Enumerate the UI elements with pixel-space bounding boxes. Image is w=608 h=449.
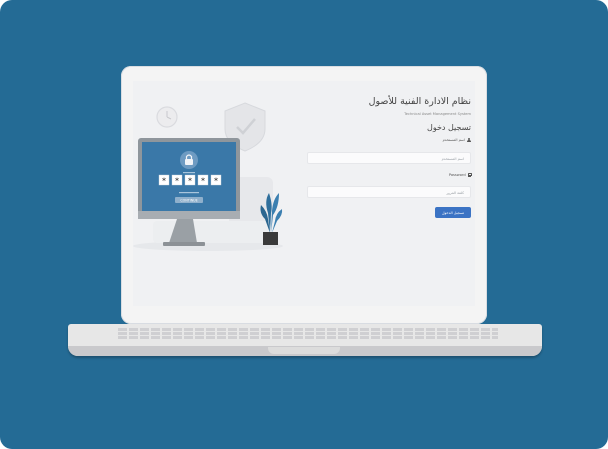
username-label: اسم المستخدم	[443, 138, 471, 142]
login-form: نظام الادارة الفنية للأصول Technical Ass…	[303, 81, 475, 306]
key-row	[118, 336, 498, 339]
illustration-svg: * * * * * CONTINUE	[133, 102, 283, 251]
clock-icon	[156, 106, 178, 128]
password-label: Password	[448, 173, 473, 178]
lock-icon	[467, 173, 473, 178]
login-illustration: * * * * * CONTINUE	[133, 81, 303, 306]
laptop-notch	[268, 347, 340, 354]
key-row	[118, 328, 498, 331]
password-input[interactable]: كلمة المرور	[307, 186, 471, 198]
mask-char: *	[214, 177, 218, 186]
monitor-text-line	[183, 172, 195, 174]
mask-char: *	[188, 177, 192, 186]
password-mask-boxes: * * * * *	[158, 174, 222, 186]
login-button-label: تسجيل الدخول	[441, 210, 465, 215]
laptop-screen: * * * * * CONTINUE نظام الادارة الفنية ل…	[133, 81, 475, 306]
mask-char: *	[201, 177, 205, 186]
username-placeholder: اسم المستخدم	[441, 157, 464, 161]
key-row	[118, 332, 498, 335]
username-label-text: اسم المستخدم	[442, 138, 465, 142]
password-label-text: Password	[448, 173, 466, 178]
app-subtitle: Technical Asset Management System	[404, 112, 471, 116]
padlock-icon	[180, 151, 198, 169]
login-button[interactable]: تسجيل الدخول	[435, 207, 471, 218]
monitor-continue-label: CONTINUE	[180, 199, 197, 203]
monitor-text-line	[179, 192, 199, 194]
password-placeholder: كلمة المرور	[446, 191, 464, 195]
page-background: * * * * * CONTINUE نظام الادارة الفنية ل…	[0, 0, 608, 449]
mask-char: *	[162, 177, 166, 186]
laptop-keyboard	[118, 327, 498, 341]
app-title: نظام الادارة الفنية للأصول	[368, 96, 471, 107]
username-input[interactable]: اسم المستخدم	[307, 152, 471, 164]
user-icon	[467, 138, 471, 142]
login-heading: تسجيل دخول	[427, 123, 471, 132]
mask-char: *	[175, 177, 179, 186]
